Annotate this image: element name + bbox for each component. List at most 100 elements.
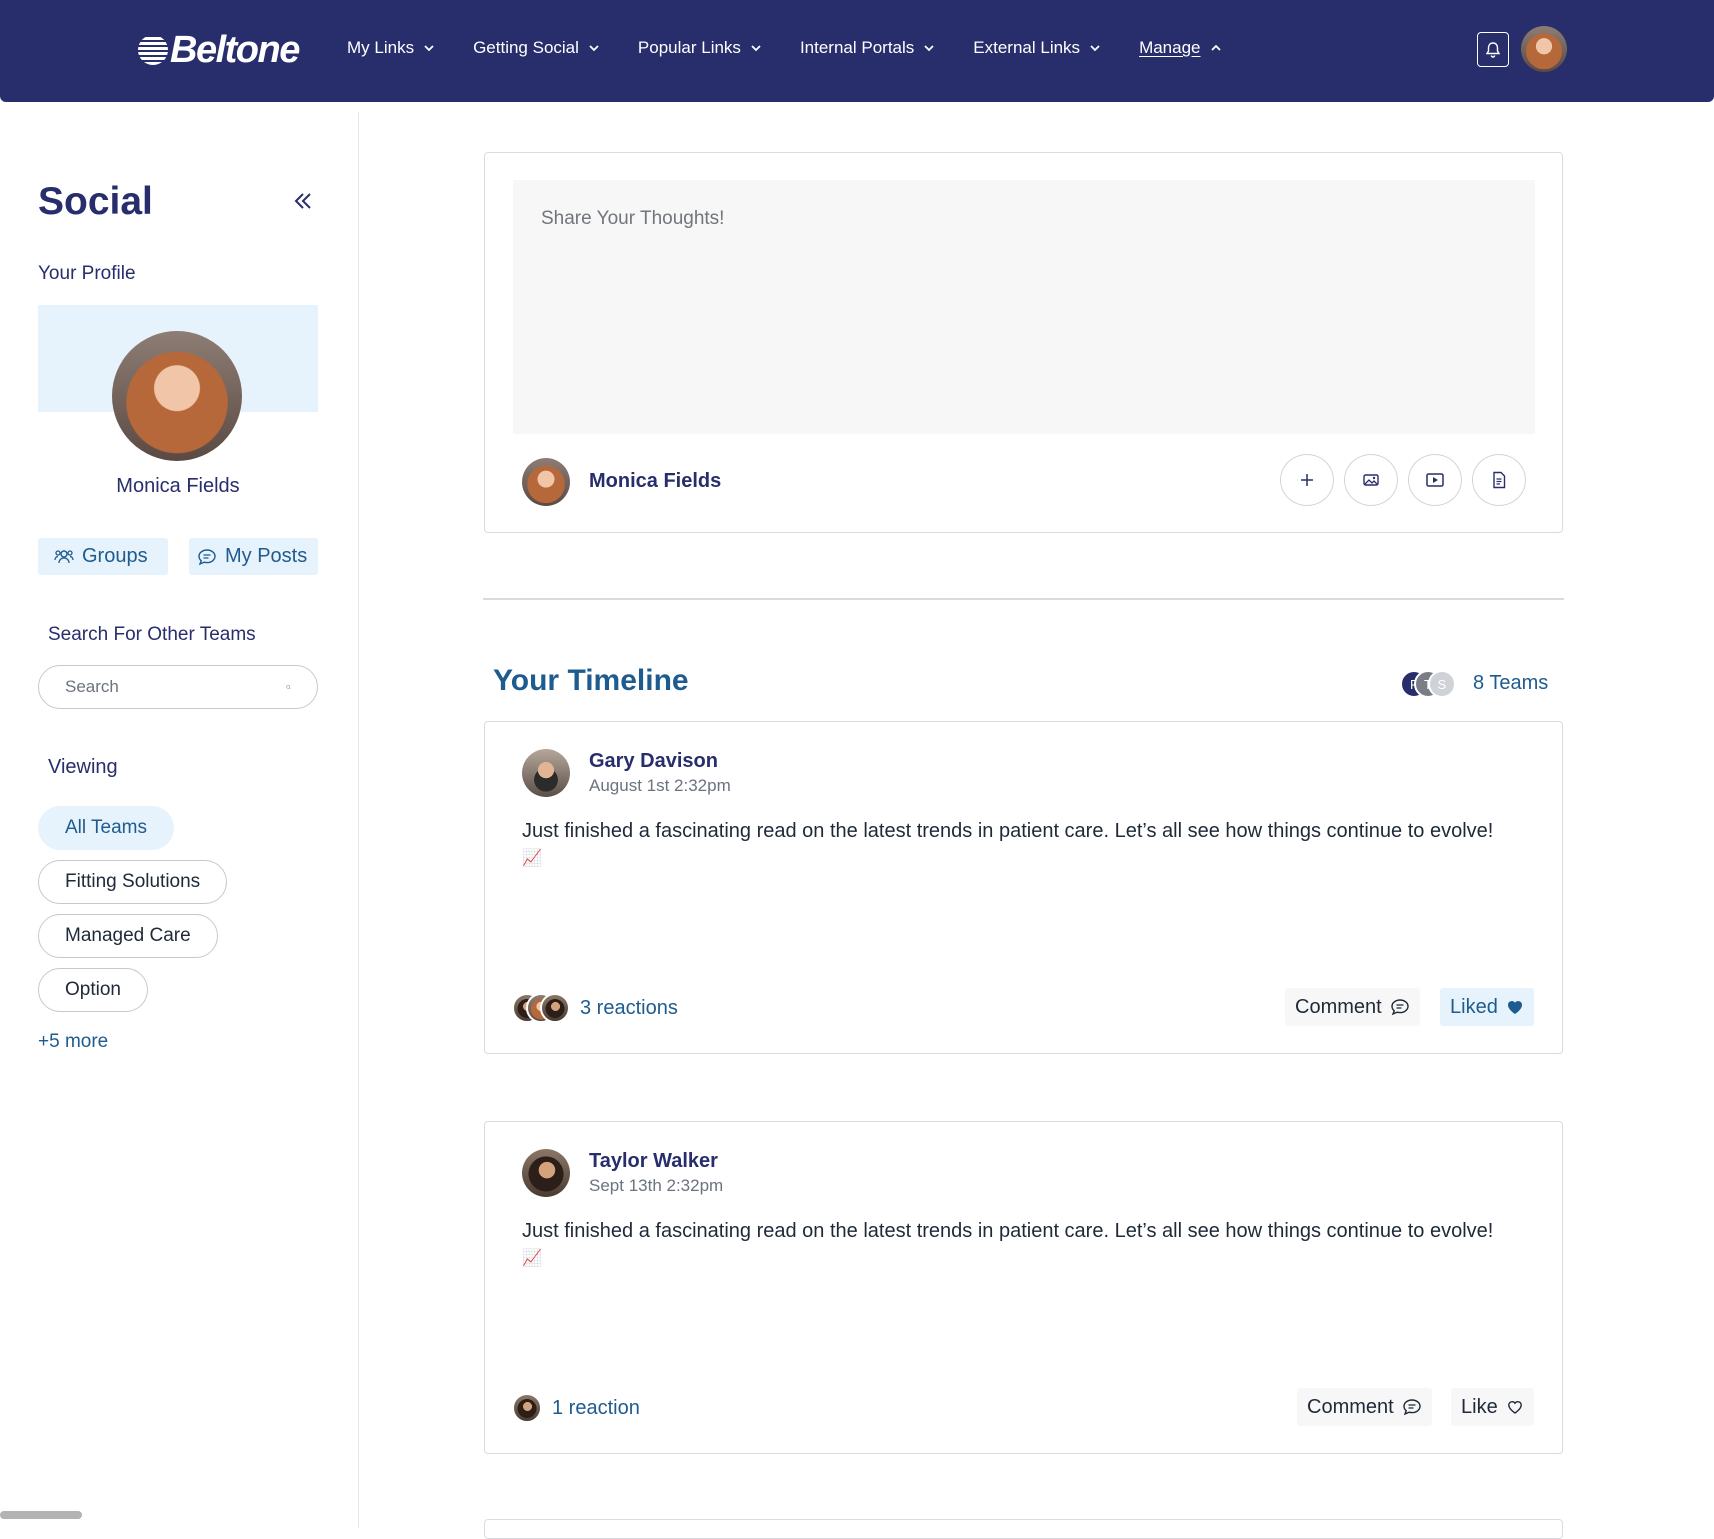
team-avatar: S (1428, 670, 1456, 698)
section-divider (483, 598, 1564, 600)
post-timestamp: Sept 13th 2:32pm (589, 1176, 724, 1195)
top-navbar: Beltone My Links Getting Social Popular … (0, 0, 1714, 102)
user-avatar[interactable] (1521, 26, 1567, 72)
horizontal-scrollbar[interactable] (0, 1511, 82, 1519)
reaction-avatar (540, 993, 570, 1023)
filter-fitting-solutions[interactable]: Fitting Solutions (38, 860, 228, 904)
reactions-summary[interactable]: 3 reactions (512, 993, 678, 1023)
brand-name: Beltone (170, 28, 300, 71)
teams-count-link[interactable]: 8 Teams (1473, 672, 1548, 695)
double-chevron-left-icon (294, 193, 311, 209)
post-body: Just finished a fascinating read on the … (522, 1217, 1532, 1273)
comment-label: Comment (1295, 995, 1382, 1018)
search-icon[interactable] (286, 677, 291, 697)
add-attachment-button[interactable] (1280, 454, 1334, 506)
search-teams-label: Search For Other Teams (48, 624, 256, 645)
comment-button[interactable]: Comment (1285, 988, 1420, 1026)
reactions-count: 1 reaction (552, 1396, 640, 1419)
nav-external-links[interactable]: External Links (973, 38, 1101, 58)
nav-label: My Links (347, 38, 415, 57)
heart-filled-icon (1507, 1001, 1522, 1014)
groups-tab-label: Groups (82, 545, 148, 567)
video-icon (1426, 473, 1444, 487)
post-body: Just finished a fascinating read on the … (522, 817, 1532, 873)
add-video-button[interactable] (1408, 454, 1462, 506)
document-icon (1493, 471, 1506, 489)
chart-emoji: 📈 (522, 850, 542, 867)
chevron-up-icon (1210, 44, 1221, 51)
search-input[interactable] (65, 677, 286, 697)
reactions-summary[interactable]: 1 reaction (512, 1393, 640, 1423)
liked-button[interactable]: Liked (1440, 988, 1534, 1026)
like-label: Liked (1450, 995, 1498, 1018)
groups-icon (54, 549, 74, 563)
add-document-button[interactable] (1472, 454, 1526, 506)
timeline-title: Your Timeline (493, 664, 689, 697)
heart-outline-icon (1507, 1401, 1522, 1414)
post-author-avatar[interactable] (522, 1149, 570, 1197)
nav-getting-social[interactable]: Getting Social (473, 38, 600, 58)
collapse-sidebar-button[interactable] (290, 188, 316, 214)
bell-icon (1485, 41, 1501, 58)
nav-label: Popular Links (637, 38, 741, 57)
comment-button[interactable]: Comment (1297, 1388, 1432, 1426)
beltone-logo[interactable]: Beltone (138, 28, 300, 72)
share-thoughts-input[interactable] (513, 180, 1535, 434)
comment-icon (1403, 1399, 1421, 1416)
post-author-name[interactable]: Taylor Walker (589, 1150, 718, 1173)
social-sidebar: Social Your Profile Monica Fields Groups… (0, 112, 359, 1528)
post-composer: Monica Fields (484, 152, 1563, 533)
post-author-name[interactable]: Gary Davison (589, 750, 718, 773)
reaction-avatar (512, 1393, 542, 1423)
timeline-post-partial (484, 1519, 1563, 1539)
comment-icon (1391, 999, 1409, 1016)
composer-avatar (522, 458, 570, 506)
nav-manage[interactable]: Manage (1139, 38, 1221, 58)
profile-avatar[interactable] (112, 331, 242, 461)
comment-label: Comment (1307, 1395, 1394, 1418)
reactions-count: 3 reactions (580, 996, 678, 1019)
chevron-down-icon (1090, 45, 1100, 52)
nav-my-links[interactable]: My Links (347, 38, 435, 58)
chat-bubble-icon (198, 548, 216, 565)
nav-popular-links[interactable]: Popular Links (638, 38, 762, 58)
plus-icon (1301, 474, 1313, 486)
reaction-avatars (512, 1393, 542, 1423)
chevron-down-icon (751, 45, 761, 52)
viewing-label: Viewing (48, 756, 118, 778)
nav-label: Internal Portals (799, 38, 915, 57)
post-text: Just finished a fascinating read on the … (522, 820, 1494, 842)
filter-managed-care[interactable]: Managed Care (38, 914, 218, 958)
profile-name[interactable]: Monica Fields (38, 475, 318, 498)
chevron-down-icon (424, 45, 434, 52)
search-teams-field (38, 665, 318, 709)
groups-tab[interactable]: Groups (38, 538, 168, 575)
post-text: Just finished a fascinating read on the … (522, 1220, 1494, 1242)
nav-label: Manage (1139, 38, 1201, 57)
nav-internal-portals[interactable]: Internal Portals (800, 38, 935, 58)
image-icon (1363, 474, 1379, 486)
timeline-post: Gary Davison August 1st 2:32pm Just fini… (484, 721, 1563, 1054)
my-posts-tab[interactable]: My Posts (189, 538, 318, 575)
chevron-down-icon (924, 45, 934, 52)
post-author-avatar[interactable] (522, 749, 570, 797)
filter-all-teams[interactable]: All Teams (38, 806, 175, 850)
like-button[interactable]: Like (1451, 1388, 1534, 1426)
beltone-logo-mark-icon (138, 35, 168, 65)
teams-avatar-stack[interactable]: F T S (1400, 670, 1460, 698)
show-more-filters-link[interactable]: +5 more (38, 1031, 108, 1053)
reaction-avatars (512, 993, 570, 1023)
chevron-down-icon (589, 45, 599, 52)
sidebar-title: Social (38, 180, 153, 223)
timeline-post: Taylor Walker Sept 13th 2:32pm Just fini… (484, 1121, 1563, 1454)
composer-author-name: Monica Fields (589, 470, 722, 492)
chart-emoji: 📈 (522, 1250, 542, 1267)
your-profile-label: Your Profile (38, 263, 136, 284)
my-posts-tab-label: My Posts (225, 545, 308, 567)
post-timestamp: August 1st 2:32pm (589, 776, 731, 795)
notifications-button[interactable] (1477, 32, 1509, 67)
nav-label: Getting Social (473, 38, 579, 57)
filter-option[interactable]: Option (38, 968, 148, 1012)
main-nav: My Links Getting Social Popular Links In… (347, 38, 1260, 58)
add-image-button[interactable] (1344, 454, 1398, 506)
